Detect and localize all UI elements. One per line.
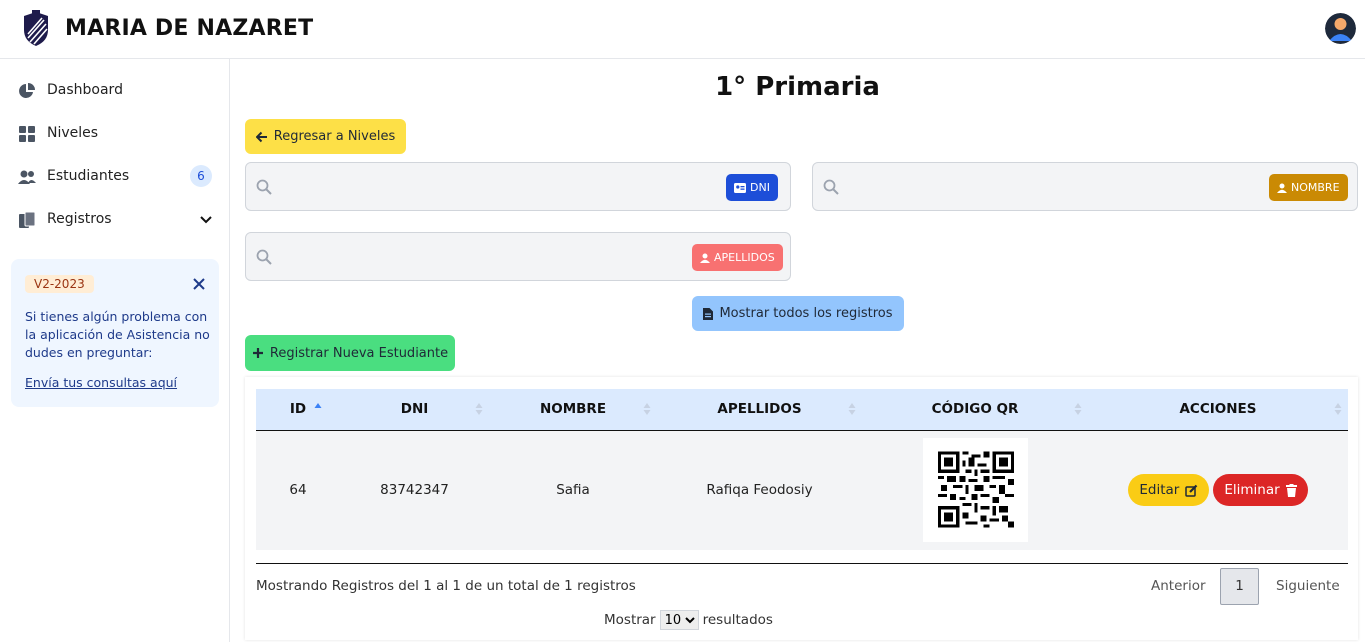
- column-header-id[interactable]: ID: [256, 389, 340, 431]
- page-title: 1° Primaria: [715, 72, 880, 102]
- search-dni-input[interactable]: [280, 175, 720, 199]
- sort-icon: [848, 403, 856, 415]
- help-card: V2-2023 Si tienes algún problema con la …: [11, 259, 219, 407]
- edit-icon: [1185, 484, 1198, 497]
- nombre-search-button[interactable]: NOMBRE: [1269, 174, 1348, 201]
- sidebar-item-estudiantes[interactable]: Estudiantes 6: [0, 157, 229, 197]
- sidebar-item-label: Niveles: [47, 125, 99, 141]
- cell-actions: Editar Eliminar: [1088, 430, 1348, 550]
- search-apellidos-box: APELLIDOS: [245, 232, 791, 281]
- search-dni-box: DNI: [245, 162, 791, 211]
- pie-chart-icon: [19, 83, 35, 98]
- sidebar-item-registros[interactable]: Registros: [0, 200, 229, 240]
- close-icon[interactable]: [192, 277, 206, 291]
- student-count-badge: 6: [190, 165, 212, 187]
- pagination-previous[interactable]: Anterior: [1151, 578, 1206, 594]
- user-icon: [700, 253, 710, 263]
- column-header-apellidos[interactable]: APELLIDOS: [657, 389, 862, 431]
- show-all-label: Mostrar todos los registros: [719, 306, 893, 321]
- search-nombre-box: NOMBRE: [812, 162, 1358, 211]
- version-badge: V2-2023: [25, 275, 94, 293]
- cell-id: 64: [289, 482, 307, 499]
- dni-search-button[interactable]: DNI: [726, 174, 778, 201]
- show-all-records-button[interactable]: Mostrar todos los registros: [692, 296, 904, 331]
- delete-button[interactable]: Eliminar: [1213, 474, 1308, 507]
- register-student-button[interactable]: Registrar Nueva Estudiante: [245, 335, 455, 371]
- arrow-left-icon: [255, 131, 267, 142]
- help-link[interactable]: Envía tus consultas aquí: [25, 375, 177, 390]
- back-to-levels-button[interactable]: Regresar a Niveles: [245, 119, 406, 154]
- sidebar-item-niveles[interactable]: Niveles: [0, 114, 229, 154]
- sort-icon: [475, 403, 483, 415]
- column-header-dni[interactable]: DNI: [340, 389, 489, 431]
- table-header-row: ID DNI NOMBRE APELLIDOS CÓDIGO QR ACCION…: [256, 389, 1348, 431]
- file-icon: [703, 307, 714, 320]
- user-avatar[interactable]: [1325, 13, 1356, 44]
- search-nombre-input[interactable]: [847, 175, 1267, 199]
- cell-nombre: Safia: [556, 482, 590, 499]
- search-icon: [256, 249, 272, 265]
- records-info: Mostrando Registros del 1 al 1 de un tot…: [256, 578, 636, 594]
- back-button-label: Regresar a Niveles: [273, 129, 396, 144]
- sidebar: Dashboard Niveles Estudiantes 6 Registro…: [0, 59, 230, 642]
- cell-apellidos: Rafiqa Feodosiy: [706, 482, 813, 499]
- search-icon: [823, 179, 839, 195]
- dni-tag-label: DNI: [750, 181, 770, 194]
- sort-icon: [643, 403, 651, 415]
- top-bar: MARIA DE NAZARET: [0, 0, 1365, 59]
- sort-asc-icon: [314, 403, 322, 415]
- column-header-codigo-qr[interactable]: CÓDIGO QR: [862, 389, 1088, 431]
- sort-icon: [1074, 403, 1082, 415]
- sidebar-item-label: Dashboard: [47, 82, 123, 98]
- search-icon: [256, 179, 272, 195]
- user-icon: [1277, 183, 1287, 193]
- chevron-down-icon[interactable]: [199, 213, 213, 227]
- nombre-tag-label: NOMBRE: [1291, 181, 1340, 194]
- avatar-icon: [1325, 13, 1356, 44]
- app-title: MARIA DE NAZARET: [65, 16, 314, 41]
- sidebar-item-dashboard[interactable]: Dashboard: [0, 71, 229, 111]
- qr-code-icon: [937, 451, 1014, 528]
- students-table-card: ID DNI NOMBRE APELLIDOS CÓDIGO QR ACCION…: [245, 377, 1358, 640]
- edit-button[interactable]: Editar: [1128, 474, 1210, 507]
- students-table: ID DNI NOMBRE APELLIDOS CÓDIGO QR ACCION…: [256, 389, 1348, 550]
- trash-icon: [1285, 483, 1297, 497]
- column-header-acciones[interactable]: ACCIONES: [1088, 389, 1348, 431]
- sidebar-item-label: Registros: [47, 211, 112, 227]
- cell-qr: [862, 430, 1088, 550]
- grid-icon: [19, 126, 35, 142]
- users-icon: [18, 170, 36, 184]
- search-apellidos-input[interactable]: [280, 245, 680, 269]
- qr-code-image: [922, 438, 1028, 543]
- id-card-icon: [734, 182, 746, 193]
- sidebar-item-label: Estudiantes: [47, 168, 130, 184]
- help-text: Si tienes algún problema con la aplicaci…: [25, 309, 210, 360]
- apellidos-tag-label: APELLIDOS: [714, 251, 775, 264]
- plus-icon: [252, 348, 263, 358]
- show-label: Mostrar: [604, 612, 656, 628]
- pagination-next[interactable]: Siguiente: [1276, 578, 1340, 594]
- page-size-select[interactable]: 10: [659, 610, 699, 630]
- results-label: resultados: [702, 612, 773, 628]
- page-length-control: Mostrar 10 resultados: [604, 610, 773, 630]
- school-logo: [24, 10, 48, 46]
- table-footer-divider: [256, 563, 1348, 564]
- cell-dni: 83742347: [380, 482, 449, 499]
- register-button-label: Registrar Nueva Estudiante: [269, 345, 449, 361]
- table-row: 64 83742347 Safia Rafiqa Feodosiy Editar…: [256, 430, 1348, 550]
- documents-icon: [19, 211, 36, 228]
- column-header-nombre[interactable]: NOMBRE: [489, 389, 657, 431]
- apellidos-search-button[interactable]: APELLIDOS: [692, 244, 783, 271]
- sort-icon: [1334, 403, 1342, 415]
- pagination-page-1[interactable]: 1: [1220, 568, 1259, 605]
